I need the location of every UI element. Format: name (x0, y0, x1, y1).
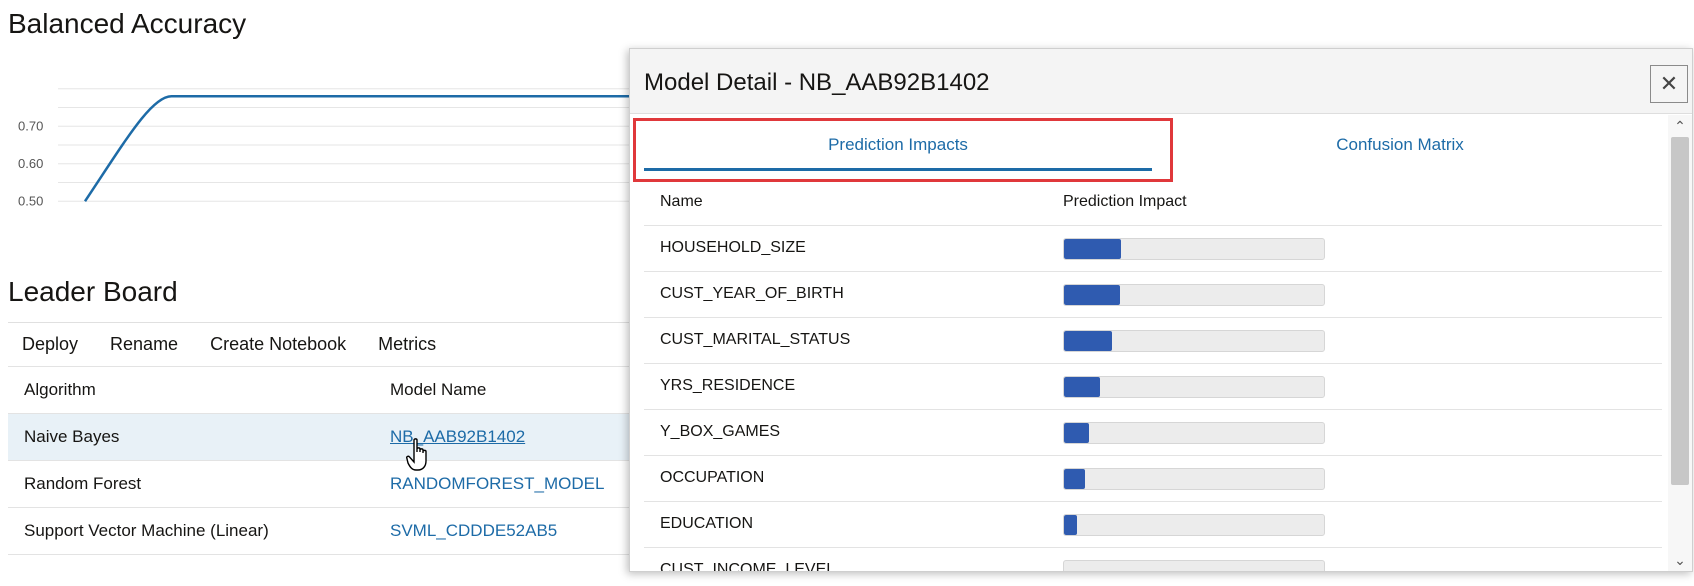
tab-confusion-matrix[interactable]: Confusion Matrix (1150, 115, 1650, 175)
feature-name: YRS_RESIDENCE (660, 377, 796, 394)
hand-pointer-icon (406, 438, 427, 471)
feature-name: CUST_YEAR_OF_BIRTH (660, 285, 844, 302)
algorithm-cell: Support Vector Machine (Linear) (24, 521, 269, 540)
series-line (83, 95, 690, 202)
column-header-algorithm: Algorithm (24, 380, 96, 399)
impact-bar-track (1063, 422, 1325, 444)
feature-name: HOUSEHOLD_SIZE (660, 239, 806, 256)
table-row: CUST_MARITAL_STATUS (644, 317, 1662, 364)
rename-button[interactable]: Rename (110, 334, 178, 355)
impact-bar-track (1063, 238, 1325, 260)
algorithm-cell: Random Forest (24, 474, 142, 493)
feature-name: Y_BOX_GAMES (660, 423, 781, 440)
leader-board-toolbar: Deploy Rename Create Notebook Metrics (8, 322, 648, 365)
impact-bar-track (1063, 468, 1325, 490)
chevron-up-icon[interactable]: ⌃ (1668, 115, 1692, 137)
column-header-prediction-impact: Prediction Impact (1063, 193, 1187, 210)
table-row: YRS_RESIDENCE (644, 363, 1662, 410)
balanced-accuracy-chart: 0.70 0.60 0.50 (18, 88, 700, 208)
table-row[interactable]: Random Forest RANDOMFOREST_MODEL (8, 460, 648, 507)
feature-name: OCCUPATION (660, 469, 765, 486)
impact-bar-fill (1064, 285, 1120, 305)
table-header-row: Algorithm Model Name (8, 366, 648, 413)
impact-bar-track (1063, 376, 1325, 398)
chart-title: Balanced Accuracy (8, 8, 247, 39)
table-row: EDUCATION (644, 501, 1662, 548)
table-row: CUST_YEAR_OF_BIRTH (644, 271, 1662, 318)
impact-bar-track (1063, 514, 1325, 536)
leader-board-title: Leader Board (8, 276, 178, 307)
vertical-scrollbar[interactable]: ⌃ ⌄ (1668, 115, 1692, 571)
impact-bar-track (1063, 284, 1325, 306)
impact-bar-fill (1064, 515, 1077, 535)
table-row: Y_BOX_GAMES (644, 409, 1662, 456)
highlight-annotation (633, 118, 1173, 182)
table-header-row: Name Prediction Impact (644, 179, 1662, 226)
table-row: HOUSEHOLD_SIZE (644, 225, 1662, 272)
table-row[interactable]: Support Vector Machine (Linear) SVML_CDD… (8, 507, 648, 555)
create-notebook-button[interactable]: Create Notebook (210, 334, 346, 355)
table-row[interactable]: Naive Bayes NB_AAB92B1402 (8, 413, 648, 460)
dialog-title: Model Detail - NB_AAB92B1402 (644, 69, 990, 96)
impact-bar-fill (1064, 469, 1085, 489)
feature-name: CUST_MARITAL_STATUS (660, 331, 851, 348)
y-tick-label: 0.60 (18, 156, 43, 171)
column-header-model-name: Model Name (390, 380, 487, 399)
impact-bar-track (1063, 330, 1325, 352)
column-header-name: Name (660, 193, 703, 210)
dialog-header: Model Detail - NB_AAB92B1402 ✕ (630, 49, 1692, 114)
algorithm-cell: Naive Bayes (24, 427, 120, 446)
impact-bar-fill (1064, 239, 1122, 259)
deploy-button[interactable]: Deploy (22, 334, 78, 355)
chevron-down-icon[interactable]: ⌄ (1668, 549, 1692, 571)
model-name-link[interactable]: SVML_CDDDE52AB5 (390, 521, 557, 541)
impact-bar-fill (1064, 331, 1113, 351)
close-icon[interactable]: ✕ (1650, 65, 1688, 103)
scrollbar-thumb[interactable] (1671, 137, 1689, 485)
y-tick-label: 0.50 (18, 193, 43, 208)
table-row: OCCUPATION (644, 455, 1662, 502)
metrics-button[interactable]: Metrics (378, 334, 436, 355)
impact-bar-fill (1064, 377, 1101, 397)
table-row: CUST_INCOME_LEVEL (644, 547, 1662, 572)
y-tick-label: 0.70 (18, 118, 43, 133)
impact-bar-fill (1064, 423, 1089, 443)
feature-name: CUST_INCOME_LEVEL (660, 561, 836, 572)
model-name-link[interactable]: RANDOMFOREST_MODEL (390, 474, 604, 494)
feature-name: EDUCATION (660, 515, 754, 532)
impact-bar-track (1063, 560, 1325, 571)
leader-board-table: Algorithm Model Name Naive Bayes NB_AAB9… (8, 366, 648, 555)
